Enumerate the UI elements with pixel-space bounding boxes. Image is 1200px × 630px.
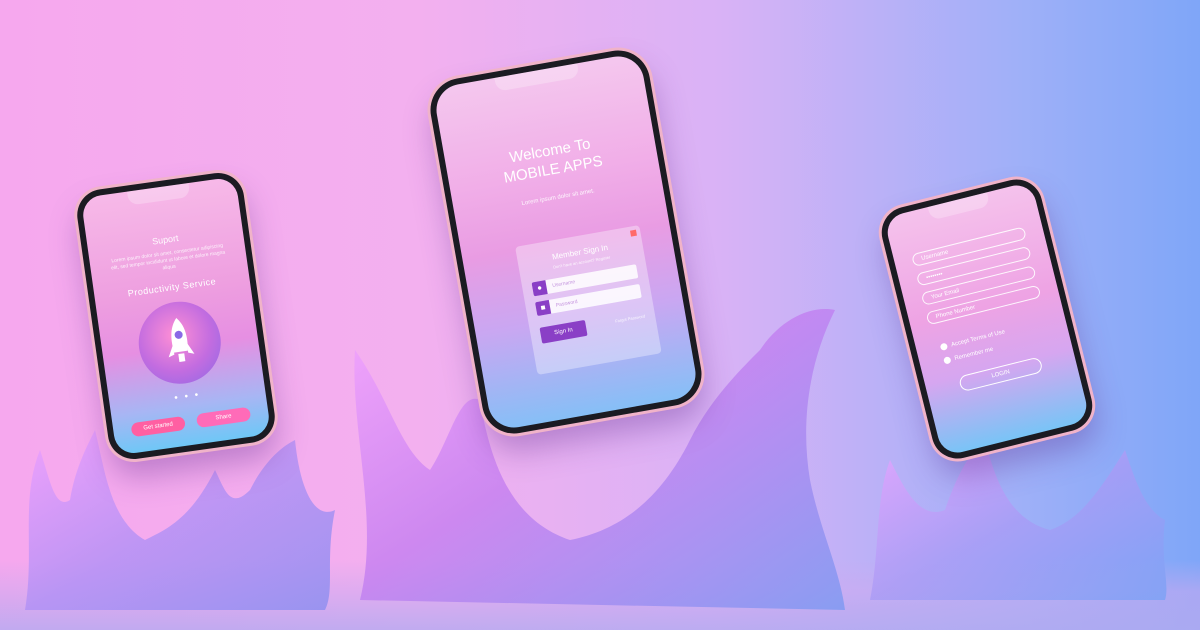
rocket-icon: [168, 317, 195, 362]
get-started-button[interactable]: Get started: [130, 415, 186, 438]
forgot-password-link[interactable]: Forgot Password: [615, 313, 646, 323]
close-icon[interactable]: [630, 229, 637, 237]
notch: [494, 63, 580, 92]
rocket-badge: [133, 296, 227, 390]
phone-support-screen: Suport Lorem ipsum dolor sit amet, conse…: [80, 176, 272, 456]
sign-in-card: Member Sign In Don't have an account? Re…: [515, 225, 662, 375]
notch: [127, 182, 191, 206]
password-placeholder: Password: [555, 298, 579, 309]
login-button[interactable]: LOGIN: [958, 356, 1044, 393]
username-placeholder: Username: [551, 279, 576, 289]
accept-terms-checkbox[interactable]: Accept Terms of Use: [939, 328, 1006, 351]
remember-me-label: Remember me: [954, 346, 994, 362]
check-icon: [939, 342, 949, 351]
user-icon: ●: [531, 280, 548, 297]
sign-in-button[interactable]: Sign In: [539, 319, 588, 344]
check-icon: [943, 356, 952, 365]
share-button[interactable]: Share: [195, 406, 252, 429]
accept-terms-label: Accept Terms of Use: [950, 329, 1006, 349]
lock-icon: ■: [534, 299, 552, 317]
notch: [927, 192, 991, 221]
